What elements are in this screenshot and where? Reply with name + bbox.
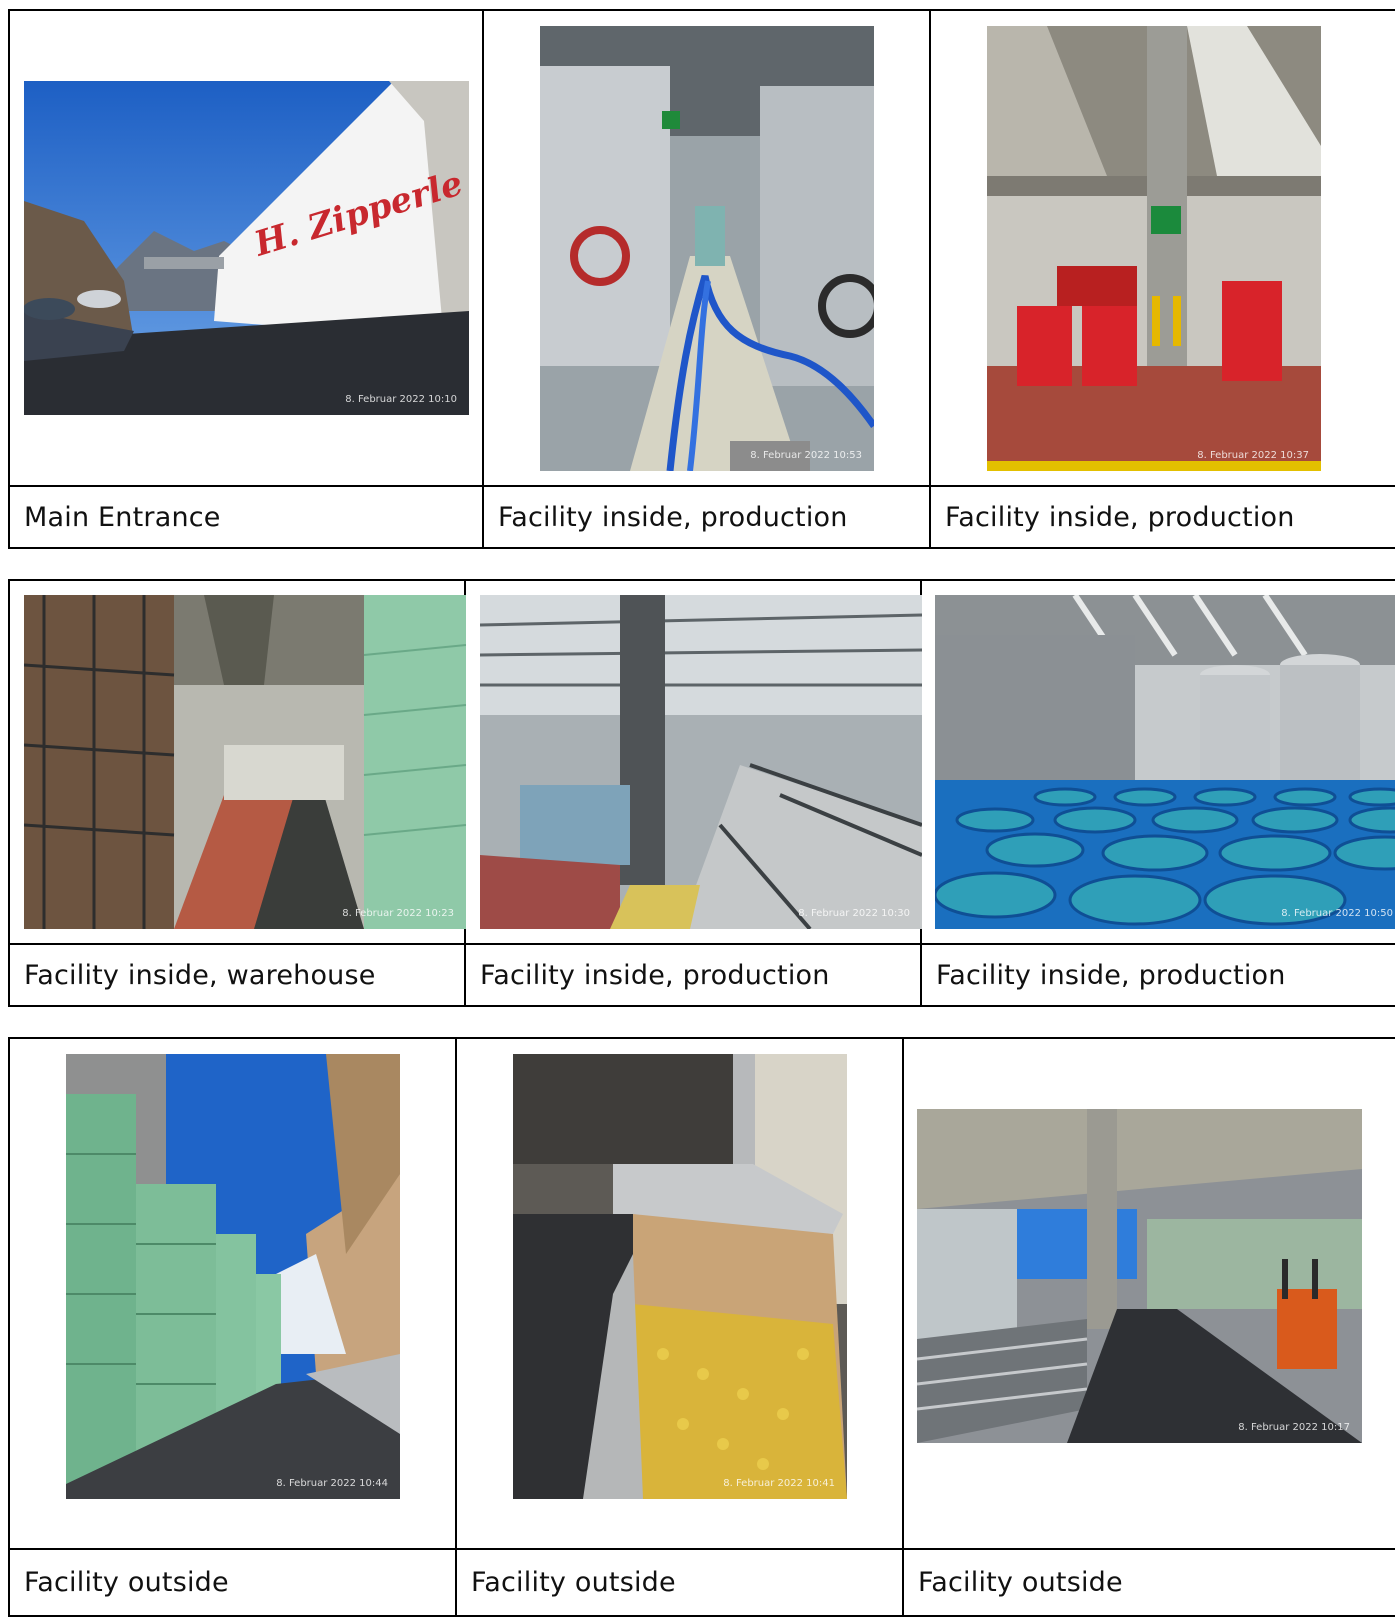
photo-timestamp: 8. Februar 2022 10:10 xyxy=(345,394,457,405)
fruit-hopper-photo: 8. Februar 2022 10:41 xyxy=(513,1054,847,1499)
crate-stacks-photo: 8. Februar 2022 10:44 xyxy=(66,1054,400,1499)
photo-timestamp: 8. Februar 2022 10:37 xyxy=(1197,450,1309,461)
photo-timestamp: 8. Februar 2022 10:44 xyxy=(276,1478,388,1489)
photo-table-3: 8. Februar 2022 10:44 8. Februar 2022 10… xyxy=(8,1036,1395,1617)
warehouse-racks-photo: 8. Februar 2022 10:23 xyxy=(24,595,466,929)
photo-cell: 8. Februar 2022 10:17 xyxy=(902,1036,1395,1551)
photo-cell: 8. Februar 2022 10:53 xyxy=(482,9,931,487)
photo-timestamp: 8. Februar 2022 10:30 xyxy=(798,908,910,919)
photo-table-1: H. Zipperle 8. Februar 2022 10:10 8. Feb… xyxy=(8,9,1395,549)
photo-timestamp: 8. Februar 2022 10:53 xyxy=(750,450,862,461)
photo-cell: 8. Februar 2022 10:30 xyxy=(464,579,922,945)
hall-forklift-photo: 8. Februar 2022 10:37 xyxy=(987,26,1321,471)
photo-timestamp: 8. Februar 2022 10:50 xyxy=(1281,908,1393,919)
photo-cell: 8. Februar 2022 10:44 xyxy=(8,1036,457,1551)
photo-cell: 8. Februar 2022 10:23 xyxy=(8,579,466,945)
photo-timestamp: 8. Februar 2022 10:23 xyxy=(342,908,454,919)
photo-caption: Facility outside xyxy=(8,1548,457,1617)
photo-caption: Facility inside, production xyxy=(482,485,931,549)
main-entrance-photo: H. Zipperle 8. Februar 2022 10:10 xyxy=(24,81,469,415)
tank-corridor-photo: 8. Februar 2022 10:53 xyxy=(540,26,874,471)
photo-cell: 8. Februar 2022 10:37 xyxy=(929,9,1395,487)
blue-bins-photo: 8. Februar 2022 10:50 xyxy=(935,595,1395,929)
photo-cell: 8. Februar 2022 10:50 xyxy=(920,579,1395,945)
photo-caption: Facility inside, production xyxy=(929,485,1395,549)
photo-table-2: 8. Februar 2022 10:23 8. Februar 2022 10… xyxy=(8,579,1395,1007)
photo-cell: H. Zipperle 8. Februar 2022 10:10 xyxy=(8,9,484,487)
photo-cell: 8. Februar 2022 10:41 xyxy=(455,1036,904,1551)
production-line-photo: 8. Februar 2022 10:30 xyxy=(480,595,922,929)
photo-caption: Facility inside, production xyxy=(464,943,922,1007)
photo-caption: Main Entrance xyxy=(8,485,484,549)
photo-caption: Facility outside xyxy=(455,1548,904,1617)
photo-timestamp: 8. Februar 2022 10:41 xyxy=(723,1478,835,1489)
photo-caption: Facility inside, warehouse xyxy=(8,943,466,1007)
loading-dock-photo: 8. Februar 2022 10:17 xyxy=(917,1109,1362,1443)
photo-caption: Facility outside xyxy=(902,1548,1395,1617)
photo-timestamp: 8. Februar 2022 10:17 xyxy=(1238,1422,1350,1433)
photo-caption: Facility inside, production xyxy=(920,943,1395,1007)
